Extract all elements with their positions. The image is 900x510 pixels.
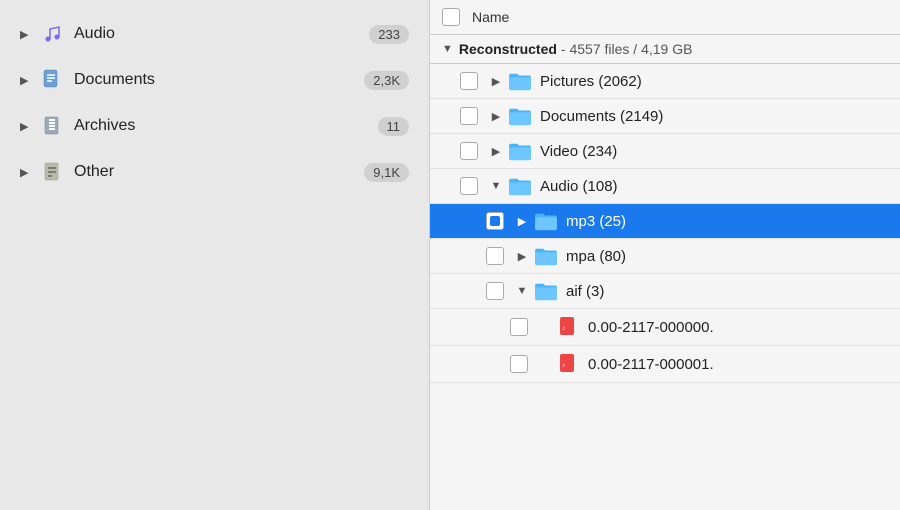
row-checkbox-pictures[interactable] [460, 72, 478, 90]
file-label-pictures: Pictures (2062) [540, 73, 888, 90]
file-row-mp3[interactable]: ▶ mp3 (25) [430, 204, 900, 239]
file-label-audio: Audio (108) [540, 178, 888, 195]
document-icon [40, 68, 64, 92]
file-list: ▶ Pictures (2062) ▶ Documents (2149) [430, 64, 900, 510]
sidebar-other-badge: 9,1K [364, 163, 409, 182]
audio-file-icon-1: ♪ [558, 316, 580, 338]
chevron-right-icon: ▶ [20, 166, 36, 179]
file-row-pictures[interactable]: ▶ Pictures (2062) [430, 64, 900, 99]
sidebar: ▶ Audio 233 ▶ Documents 2,3K ▶ [0, 0, 430, 510]
file-label-file1: 0.00-2117-000000. [588, 319, 888, 336]
row-checkbox-file1[interactable] [510, 318, 528, 336]
sidebar-documents-badge: 2,3K [364, 71, 409, 90]
row-checkbox-mp3[interactable] [486, 212, 504, 230]
archive-icon [40, 114, 64, 138]
svg-text:♪: ♪ [562, 325, 566, 332]
chevron-right-icon: ▶ [20, 28, 36, 41]
row-checkbox-video[interactable] [460, 142, 478, 160]
file-label-mpa: mpa (80) [566, 248, 888, 265]
file-label-mp3: mp3 (25) [566, 213, 888, 230]
sidebar-documents-label: Documents [74, 71, 364, 89]
row-checkbox-aif[interactable] [486, 282, 504, 300]
audio-file-icon-2: ♪ [558, 353, 580, 375]
sidebar-archives-label: Archives [74, 117, 378, 135]
main-panel: Name ▼ Reconstructed - 4557 files / 4,19… [430, 0, 900, 510]
svg-text:♪: ♪ [562, 362, 566, 369]
sidebar-audio-badge: 233 [369, 25, 409, 44]
folder-icon-mp3 [534, 211, 558, 231]
reconstructed-label: Reconstructed [459, 41, 557, 57]
chevron-right-icon: ▶ [514, 215, 530, 228]
sidebar-archives-badge: 11 [378, 117, 410, 136]
file-label-aif: aif (3) [566, 283, 888, 300]
reconstructed-row[interactable]: ▼ Reconstructed - 4557 files / 4,19 GB [430, 35, 900, 64]
file-row-file2[interactable]: ♪ 0.00-2117-000001. [430, 346, 900, 383]
select-all-checkbox[interactable] [442, 8, 460, 26]
file-row-file1[interactable]: ♪ 0.00-2117-000000. [430, 309, 900, 346]
chevron-right-icon: ▶ [20, 120, 36, 133]
file-row-audio[interactable]: ▼ Audio (108) [430, 169, 900, 204]
column-header: Name [430, 0, 900, 35]
music-icon [40, 22, 64, 46]
sidebar-item-audio[interactable]: ▶ Audio 233 [8, 12, 421, 56]
row-checkbox-documents[interactable] [460, 107, 478, 125]
row-checkbox-audio[interactable] [460, 177, 478, 195]
sidebar-item-other[interactable]: ▶ Other 9,1K [8, 150, 421, 194]
file-label-file2: 0.00-2117-000001. [588, 356, 888, 373]
folder-icon-mpa [534, 246, 558, 266]
reconstructed-info: - 4557 files / 4,19 GB [561, 41, 693, 57]
folder-icon-audio [508, 176, 532, 196]
chevron-right-icon: ▶ [20, 74, 36, 87]
name-column-header: Name [472, 9, 509, 25]
file-label-documents: Documents (2149) [540, 108, 888, 125]
other-icon [40, 160, 64, 184]
folder-icon-documents [508, 106, 532, 126]
file-row-aif[interactable]: ▼ aif (3) [430, 274, 900, 309]
file-label-video: Video (234) [540, 143, 888, 160]
sidebar-other-label: Other [74, 163, 364, 181]
sidebar-audio-label: Audio [74, 25, 369, 43]
chevron-right-icon: ▶ [488, 110, 504, 123]
chevron-right-icon: ▶ [514, 250, 530, 263]
row-checkbox-file2[interactable] [510, 355, 528, 373]
file-row-video[interactable]: ▶ Video (234) [430, 134, 900, 169]
chevron-down-icon: ▼ [514, 285, 530, 297]
folder-icon-aif [534, 281, 558, 301]
folder-icon-pictures [508, 71, 532, 91]
chevron-down-icon: ▼ [488, 180, 504, 192]
file-row-documents[interactable]: ▶ Documents (2149) [430, 99, 900, 134]
row-checkbox-mpa[interactable] [486, 247, 504, 265]
chevron-right-icon: ▶ [488, 145, 504, 158]
folder-icon-video [508, 141, 532, 161]
file-row-mpa[interactable]: ▶ mpa (80) [430, 239, 900, 274]
chevron-right-icon: ▶ [488, 75, 504, 88]
sidebar-item-archives[interactable]: ▶ Archives 11 [8, 104, 421, 148]
sidebar-item-documents[interactable]: ▶ Documents 2,3K [8, 58, 421, 102]
chevron-down-icon: ▼ [442, 43, 453, 55]
